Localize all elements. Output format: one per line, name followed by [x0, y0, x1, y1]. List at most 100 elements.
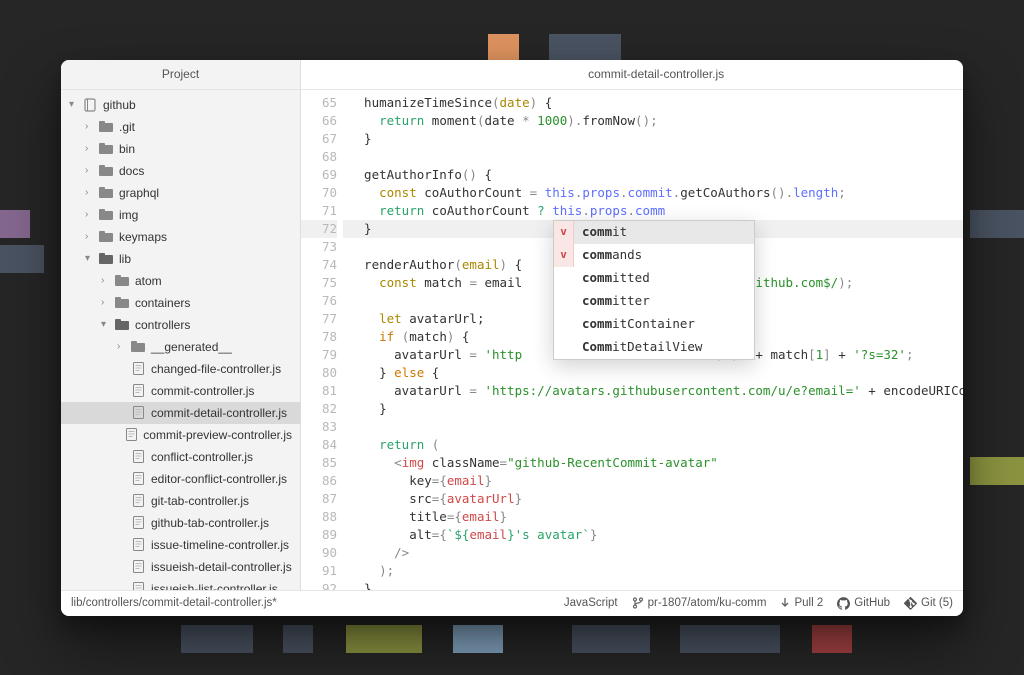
tree-folder-atom[interactable]: ›atom [61, 270, 300, 292]
code-line[interactable]: ); [343, 562, 963, 580]
tree-label: github [103, 98, 136, 112]
code-line[interactable]: <img className="github-RecentCommit-avat… [343, 454, 963, 472]
tab-active[interactable]: commit-detail-controller.js [301, 67, 963, 81]
autocomplete-item[interactable]: CommitDetailView [554, 336, 754, 359]
twisty-icon: ▾ [85, 253, 93, 264]
tree-folder-generated[interactable]: ›__generated__ [61, 336, 300, 358]
tree-label: docs [119, 164, 144, 178]
code-line[interactable]: } else { [343, 364, 963, 382]
status-pull[interactable]: Pull 2 [780, 597, 823, 609]
autocomplete-item[interactable]: committer [554, 290, 754, 313]
code-line[interactable]: avatarUrl = 'https://avatars.githubuserc… [343, 382, 963, 400]
tree-label: containers [135, 296, 190, 310]
tree-file-commit-preview-controller.js[interactable]: commit-preview-controller.js [61, 424, 300, 446]
folder-icon [115, 319, 129, 330]
autocomplete-item[interactable]: vcommands [554, 244, 754, 267]
autocomplete-label: commit [582, 223, 627, 241]
code-line[interactable]: alt={`${email}'s avatar`} [343, 526, 963, 544]
code-line[interactable]: const coAuthorCount = this.props.commit.… [343, 184, 963, 202]
tree-folder-img[interactable]: ›img [61, 204, 300, 226]
tree-label: git-tab-controller.js [151, 494, 249, 508]
twisty-icon: › [85, 209, 93, 220]
status-path[interactable]: lib/controllers/commit-detail-controller… [71, 597, 277, 609]
status-github[interactable]: GitHub [837, 597, 890, 610]
tab-bar: commit-detail-controller.js [301, 60, 963, 90]
line-gutter: 6566676869707172737475767778798081828384… [301, 90, 343, 590]
code-line[interactable]: return moment(date * 1000).fromNow(); [343, 112, 963, 130]
file-icon [131, 362, 145, 375]
file-tree[interactable]: ▾github›.git›bin›docs›graphql›img›keymap… [61, 90, 300, 590]
status-language[interactable]: JavaScript [564, 597, 618, 609]
status-branch[interactable]: pr-1807/atom/ku-comm [632, 596, 767, 610]
twisty-icon: › [101, 275, 109, 286]
folder-icon [115, 275, 129, 286]
tree-file-github-tab-controller.js[interactable]: github-tab-controller.js [61, 512, 300, 534]
file-icon [131, 494, 145, 507]
tab-title: commit-detail-controller.js [588, 67, 724, 81]
tree-file-commit-detail-controller.js[interactable]: commit-detail-controller.js [61, 402, 300, 424]
tree-folder-containers[interactable]: ›containers [61, 292, 300, 314]
file-icon [131, 450, 145, 463]
autocomplete-item[interactable]: committed [554, 267, 754, 290]
tree-file-conflict-controller.js[interactable]: conflict-controller.js [61, 446, 300, 468]
status-git[interactable]: Git (5) [904, 597, 953, 610]
tree-file-commit-controller.js[interactable]: commit-controller.js [61, 380, 300, 402]
tree-file-editor-conflict-controller.js[interactable]: editor-conflict-controller.js [61, 468, 300, 490]
tree-label: issueish-detail-controller.js [151, 560, 292, 574]
twisty-icon: › [85, 121, 93, 132]
code-line[interactable] [343, 418, 963, 436]
tree-folder-controllers[interactable]: ▾controllers [61, 314, 300, 336]
tree-label: changed-file-controller.js [151, 362, 281, 376]
tree-folder-lib[interactable]: ▾ lib [61, 248, 300, 270]
autocomplete-item[interactable]: commitContainer [554, 313, 754, 336]
tree-folder-.git[interactable]: ›.git [61, 116, 300, 138]
autocomplete-label: committed [582, 269, 650, 287]
autocomplete-label: commitContainer [582, 315, 695, 333]
autocomplete-kind-icon: v [554, 221, 574, 244]
tree-folder-keymaps[interactable]: ›keymaps [61, 226, 300, 248]
tree-folder-docs[interactable]: › docs [61, 160, 300, 182]
code-line[interactable]: title={email} [343, 508, 963, 526]
folder-icon [99, 121, 113, 132]
code-body[interactable]: humanizeTimeSince(date) { return moment(… [343, 90, 963, 590]
autocomplete-popup[interactable]: vcommitvcommandscommittedcommittercommit… [553, 220, 755, 360]
tree-folder-graphql[interactable]: ›graphql [61, 182, 300, 204]
file-icon [131, 384, 145, 397]
tree-file-git-tab-controller.js[interactable]: git-tab-controller.js [61, 490, 300, 512]
code-line[interactable] [343, 148, 963, 166]
code-line[interactable]: key={email} [343, 472, 963, 490]
tree-label: lib [119, 252, 131, 266]
code-line[interactable]: src={avatarUrl} [343, 490, 963, 508]
app-window: Project ▾github›.git›bin›docs›graphql›im… [61, 60, 963, 616]
code-line[interactable]: return ( [343, 436, 963, 454]
folder-icon [99, 187, 113, 198]
tree-label: editor-conflict-controller.js [151, 472, 287, 486]
twisty-icon: › [85, 165, 93, 176]
tree-file-issue-timeline-controller.js[interactable]: issue-timeline-controller.js [61, 534, 300, 556]
tree-folder-bin[interactable]: ›bin [61, 138, 300, 160]
code-line[interactable]: return coAuthorCount ? this.props.comm [343, 202, 963, 220]
tree-label: graphql [119, 186, 159, 200]
tree-file-changed-file-controller.js[interactable]: changed-file-controller.js [61, 358, 300, 380]
tree-root[interactable]: ▾ github [61, 94, 300, 116]
autocomplete-item[interactable]: vcommit [554, 221, 754, 244]
twisty-icon: › [85, 231, 93, 242]
autocomplete-kind-icon: v [554, 244, 574, 267]
code-line[interactable]: humanizeTimeSince(date) { [343, 94, 963, 112]
code-line[interactable]: /> [343, 544, 963, 562]
code-line[interactable]: getAuthorInfo() { [343, 166, 963, 184]
arrow-down-icon [780, 597, 790, 609]
tree-file-issueish-detail-controller.js[interactable]: issueish-detail-controller.js [61, 556, 300, 578]
tree-label: __generated__ [151, 340, 232, 354]
code-line[interactable]: } [343, 580, 963, 590]
tree-label: commit-detail-controller.js [151, 406, 287, 420]
code-editor[interactable]: 6566676869707172737475767778798081828384… [301, 90, 963, 590]
repo-icon [83, 98, 97, 112]
twisty-icon: › [85, 143, 93, 154]
code-line[interactable]: } [343, 130, 963, 148]
code-line[interactable]: } [343, 400, 963, 418]
twisty-icon: ▾ [69, 99, 77, 110]
tree-file-issueish-list-controller.js[interactable]: issueish-list-controller.js [61, 578, 300, 590]
tree-label: commit-preview-controller.js [143, 428, 292, 442]
sidebar-title: Project [61, 60, 300, 90]
